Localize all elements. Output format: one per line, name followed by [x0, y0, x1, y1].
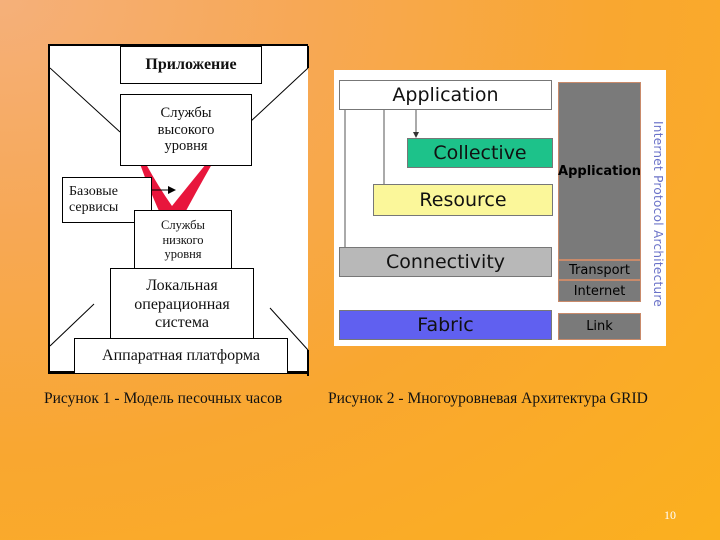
- high-level-services-label: Службы высокого уровня: [157, 104, 215, 155]
- base-services-label: Базовые сервисы: [69, 183, 119, 215]
- grid-layer-connectivity: Connectivity: [339, 247, 552, 277]
- hardware-platform-box: Аппаратная платформа: [74, 338, 288, 374]
- ip-architecture-title: Internet Protocol Architecture: [651, 120, 665, 308]
- hardware-platform-label: Аппаратная платформа: [102, 346, 260, 364]
- grid-layer-application: Application: [339, 80, 552, 110]
- grid-layer-resource: Resource: [373, 184, 553, 216]
- hourglass-model-figure: Приложение Службы высокого уровня Базовы…: [48, 44, 309, 376]
- low-level-services-box: Службы низкого уровня: [134, 210, 232, 270]
- funnel-line-left-top: [50, 67, 121, 133]
- grid-architecture-figure: Application Collective Resource Connecti…: [334, 70, 666, 346]
- figure1-caption: Рисунок 1 - Модель песочных часов: [44, 390, 283, 407]
- application-box: Приложение: [120, 46, 262, 84]
- local-os-box: Локальная операционная система: [110, 268, 254, 342]
- ip-layer-link: Link: [558, 313, 641, 340]
- ip-layer-internet: Internet: [558, 280, 641, 302]
- grid-layer-fabric: Fabric: [339, 310, 552, 340]
- low-level-services-label: Службы низкого уровня: [161, 218, 205, 262]
- figure2-caption: Рисунок 2 - Многоуровневая Архитектура G…: [328, 390, 648, 407]
- application-label: Приложение: [145, 55, 237, 73]
- grid-layer-collective: Collective: [407, 138, 553, 168]
- local-os-label: Локальная операционная система: [134, 277, 230, 332]
- high-level-services-box: Службы высокого уровня: [120, 94, 252, 166]
- ip-layer-transport: Transport: [558, 260, 641, 280]
- page-number: 10: [664, 508, 676, 522]
- ip-layer-application: Application: [558, 82, 641, 260]
- connector-arrowhead: [168, 186, 176, 194]
